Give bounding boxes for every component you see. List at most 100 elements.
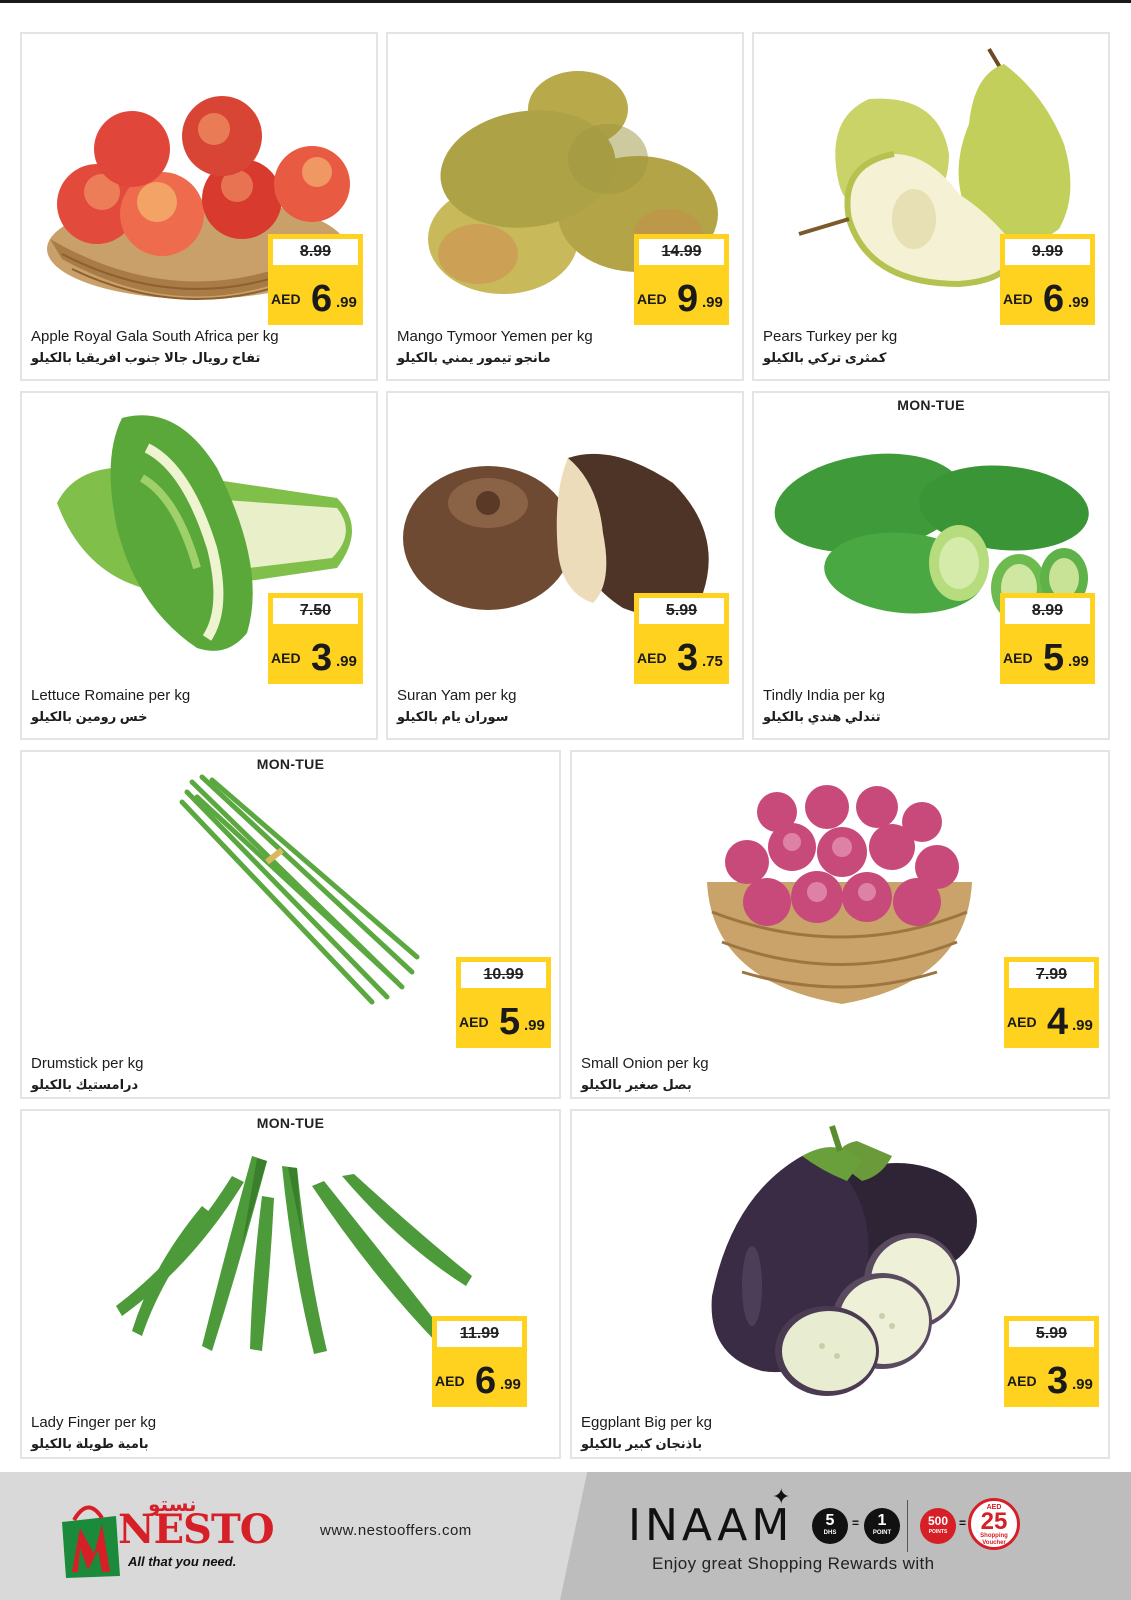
product-name-en: Suran Yam per kg — [397, 687, 517, 704]
price-integer: 3 — [1047, 1360, 1069, 1402]
product-name-ar: بامية طويلة بالكيلو — [31, 1436, 149, 1451]
spend-label: DHS — [823, 1530, 837, 1536]
equals-sign: = — [959, 1516, 967, 1530]
product-card-eggplant[interactable]: 5.99 AED 3 .99 Eggplant Big per kg باذنج… — [570, 1109, 1110, 1459]
day-tag: MON-TUE — [256, 756, 325, 772]
point-badge: 1 POINT — [864, 1508, 900, 1544]
eggplant-image — [692, 1116, 992, 1396]
product-card-pears[interactable]: 9.99 AED 6 .99 Pears Turkey per kg كمثرى… — [752, 32, 1110, 381]
price-integer: 9 — [677, 278, 699, 320]
price-decimal: .99 — [1072, 1017, 1093, 1034]
price-tag: 11.99 AED 6 .99 — [432, 1316, 527, 1407]
product-name-ar: سوران يام بالكيلو — [397, 709, 509, 724]
product-card-mango[interactable]: 14.99 AED 9 .99 Mango Tymoor Yemen per k… — [386, 32, 744, 381]
drumstick-image — [172, 772, 432, 1012]
inaam-tagline: Enjoy great Shopping Rewards with — [652, 1554, 935, 1573]
price-integer: 6 — [1043, 278, 1065, 320]
product-card-apple[interactable]: 8.99 AED 6 .99 Apple Royal Gala South Af… — [20, 32, 378, 381]
currency-label: AED — [435, 1373, 465, 1389]
spend-badge: 5 DHS — [812, 1508, 848, 1544]
old-price: 10.99 — [461, 962, 546, 988]
old-price: 11.99 — [437, 1321, 522, 1347]
product-name-en: Apple Royal Gala South Africa per kg — [31, 328, 279, 345]
old-price: 14.99 — [639, 239, 724, 265]
price-decimal: .99 — [524, 1017, 545, 1034]
price-decimal: .99 — [1072, 1376, 1093, 1393]
price-decimal: .99 — [1068, 653, 1089, 670]
product-card-onion[interactable]: 7.99 AED 4 .99 Small Onion per kg بصل صغ… — [570, 750, 1110, 1099]
points-label: POINTS — [928, 1529, 948, 1535]
product-card-yam[interactable]: 5.99 AED 3 .75 Suran Yam per kg سوران يا… — [386, 391, 744, 740]
day-tag: MON-TUE — [256, 1115, 325, 1131]
product-name-ar: خس رومين بالكيلو — [31, 709, 148, 724]
product-name-ar: كمثرى تركي بالكيلو — [763, 350, 887, 365]
old-price: 9.99 — [1005, 239, 1090, 265]
footer-banner: نستو NESTO All that you need. www.nestoo… — [0, 1472, 1131, 1600]
top-rule — [0, 0, 1131, 3]
points-badge: 500 POINTS — [920, 1508, 956, 1544]
product-name-en: Pears Turkey per kg — [763, 328, 898, 345]
product-name-en: Lettuce Romaine per kg — [31, 687, 191, 704]
price-decimal: .99 — [500, 1376, 521, 1393]
product-card-lady-finger[interactable]: MON-TUE 11.99 AED 6 .99 Lady Finger per … — [20, 1109, 561, 1459]
currency-label: AED — [637, 650, 667, 666]
price-integer: 3 — [677, 637, 699, 679]
old-price: 8.99 — [273, 239, 358, 265]
currency-label: AED — [1003, 650, 1033, 666]
currency-label: AED — [637, 291, 667, 307]
divider — [907, 1500, 908, 1552]
day-tag: MON-TUE — [897, 397, 965, 413]
currency-label: AED — [1007, 1014, 1037, 1030]
onion-basket-image — [702, 772, 977, 1007]
currency-label: AED — [459, 1014, 489, 1030]
product-card-drumstick[interactable]: MON-TUE 10.99 AED 5 .99 Drumstick per kg… — [20, 750, 561, 1099]
product-name-ar: درامستيك بالكيلو — [31, 1077, 139, 1092]
currency-label: AED — [271, 291, 301, 307]
product-name-en: Mango Tymoor Yemen per kg — [397, 328, 593, 345]
price-decimal: .99 — [336, 653, 357, 670]
product-card-tindly[interactable]: MON-TUE 8.99 AED 5 .99 Tindly India per … — [752, 391, 1110, 740]
product-name-en: Lady Finger per kg — [31, 1414, 157, 1431]
price-integer: 3 — [311, 637, 333, 679]
voucher-amount: 25 — [980, 1508, 1008, 1535]
inaam-wordmark: INAAM — [628, 1500, 794, 1551]
product-name-ar: بصل صغير بالكيلو — [581, 1077, 692, 1092]
price-tag: 8.99 AED 6 .99 — [268, 234, 363, 325]
price-tag: 8.99 AED 5 .99 — [1000, 593, 1095, 684]
price-integer: 6 — [475, 1360, 497, 1402]
price-decimal: .99 — [336, 294, 357, 311]
price-tag: 10.99 AED 5 .99 — [456, 957, 551, 1048]
old-price: 7.50 — [273, 598, 358, 624]
product-name-en: Drumstick per kg — [31, 1055, 144, 1072]
price-decimal: .99 — [1068, 294, 1089, 311]
price-decimal: .75 — [702, 653, 723, 670]
voucher-label: Shopping Voucher — [980, 1533, 1008, 1546]
lady-finger-image — [102, 1146, 482, 1356]
price-tag: 7.99 AED 4 .99 — [1004, 957, 1099, 1048]
point-label: POINT — [872, 1530, 892, 1536]
price-integer: 4 — [1047, 1001, 1069, 1043]
product-name-ar: باذنجان كبير بالكيلو — [581, 1436, 703, 1451]
equals-sign: = — [852, 1516, 860, 1530]
website-link[interactable]: www.nestooffers.com — [320, 1522, 472, 1539]
logo-wordmark: NESTO — [118, 1506, 275, 1553]
price-tag: 5.99 AED 3 .99 — [1004, 1316, 1099, 1407]
product-name-ar: تندلي هندي بالكيلو — [763, 709, 881, 724]
price-integer: 5 — [1043, 637, 1065, 679]
voucher-badge: AED 25 Shopping Voucher — [968, 1498, 1020, 1550]
price-integer: 5 — [499, 1001, 521, 1043]
product-name-en: Tindly India per kg — [763, 687, 886, 704]
price-tag: 7.50 AED 3 .99 — [268, 593, 363, 684]
currency-label: AED — [271, 650, 301, 666]
price-tag: 5.99 AED 3 .75 — [634, 593, 729, 684]
old-price: 5.99 — [639, 598, 724, 624]
old-price: 5.99 — [1009, 1321, 1094, 1347]
old-price: 7.99 — [1009, 962, 1094, 988]
currency-label: AED — [1007, 1373, 1037, 1389]
old-price: 8.99 — [1005, 598, 1090, 624]
price-tag: 14.99 AED 9 .99 — [634, 234, 729, 325]
sparkle-icon: ✦ — [772, 1484, 791, 1509]
currency-label: AED — [1003, 291, 1033, 307]
price-tag: 9.99 AED 6 .99 — [1000, 234, 1095, 325]
product-card-lettuce[interactable]: 7.50 AED 3 .99 Lettuce Romaine per kg خس… — [20, 391, 378, 740]
